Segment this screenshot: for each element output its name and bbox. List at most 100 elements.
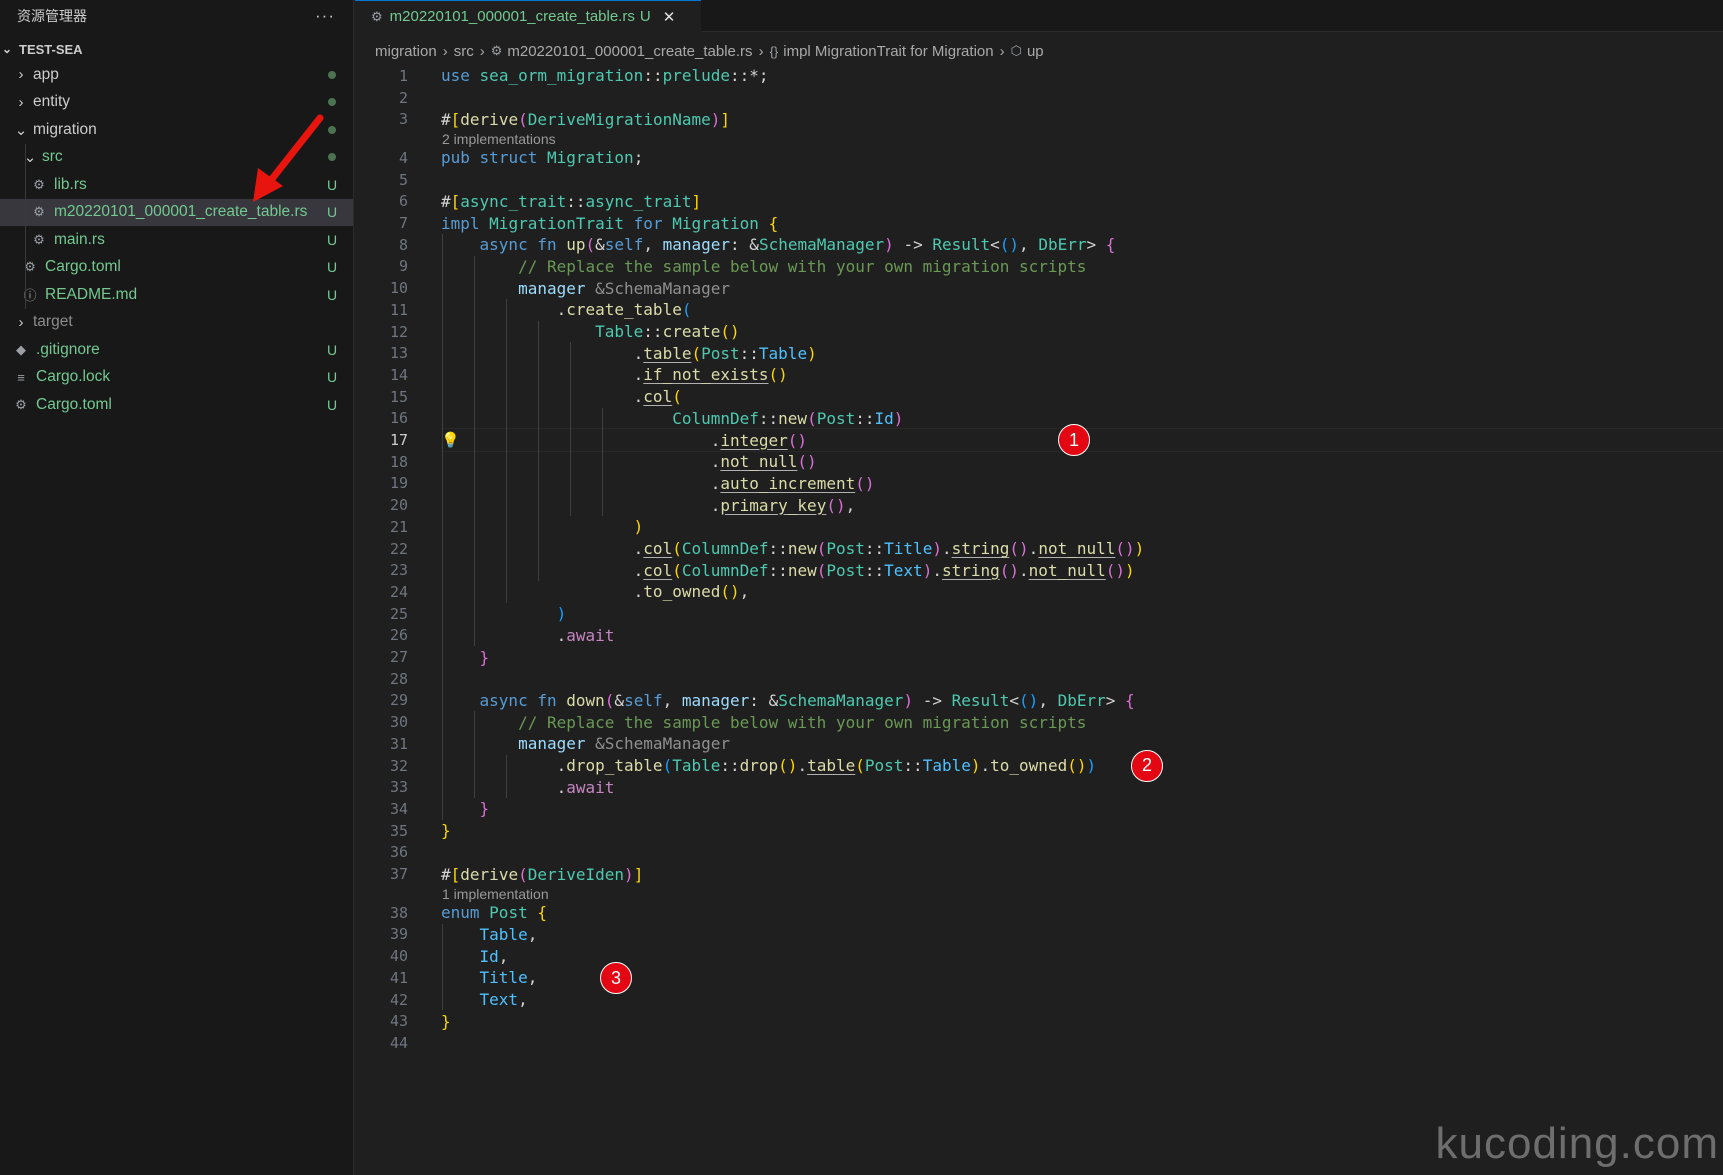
chevron-right-icon[interactable]: › <box>13 66 29 83</box>
code-token: < <box>1009 690 1020 710</box>
code-token: DbErr <box>1038 235 1087 255</box>
code-token: :: <box>643 322 663 342</box>
code-token: , <box>845 495 856 515</box>
code-token: col <box>643 387 673 407</box>
cube-icon: ⬡ <box>1010 43 1022 58</box>
code-text: Title, <box>441 968 538 987</box>
breadcrumb-item[interactable]: ⬡ up <box>1011 43 1044 60</box>
code-text: Table::create() <box>441 322 740 341</box>
breadcrumb-item[interactable]: {} impl MigrationTrait for Migration <box>770 43 994 60</box>
explorer-title: 资源管理器 <box>17 9 87 25</box>
tree-item-lib-rs[interactable]: ⚙ lib.rs U <box>0 171 353 199</box>
code-line: 32 .drop_table(Table::drop().table(Post:… <box>355 755 1723 777</box>
tab-create-table[interactable]: ⚙ m20220101_000001_create_table.rs U ✕ <box>355 0 701 32</box>
code-token: ( <box>518 109 528 129</box>
line-number: 32 <box>389 756 408 775</box>
tree-item-target[interactable]: › target <box>0 309 353 337</box>
code-line: 11 .create_table( <box>355 299 1723 321</box>
indent-guide <box>25 171 26 199</box>
indent-guide <box>25 226 26 254</box>
code-token: drop_table <box>566 756 663 776</box>
chevron-right-icon[interactable]: › <box>13 314 29 331</box>
more-actions-button[interactable]: ··· <box>315 6 335 26</box>
code-text: .primary_key(), <box>441 495 856 515</box>
tree-item-src[interactable]: ⌄ src <box>0 143 353 171</box>
code-token: () <box>1115 539 1135 559</box>
code-text: } <box>441 799 490 819</box>
git-status-badge: U <box>326 286 338 303</box>
code-token: ::*; <box>730 66 769 86</box>
tree-item-cargo-toml[interactable]: ⚙ Cargo.toml U <box>0 253 353 281</box>
tree-item-entity[interactable]: › entity <box>0 89 353 117</box>
code-token: new <box>787 560 817 580</box>
code-token: ( <box>672 539 682 559</box>
code-token: ) <box>556 604 567 624</box>
tree-item-app[interactable]: › app <box>0 61 353 89</box>
code-token: ( <box>816 539 827 559</box>
tree-item-main-rs[interactable]: ⚙ main.rs U <box>0 226 353 254</box>
code-token: ) <box>932 539 942 559</box>
code-token: MigrationTrait <box>489 213 625 233</box>
code-text: .col( <box>441 387 682 406</box>
annotation-badge-2: 2 <box>1131 749 1163 782</box>
code-token: async_trait <box>585 191 692 211</box>
line-number: 3 <box>398 110 408 129</box>
chevron-right-icon: › <box>999 42 1005 60</box>
code-token: . <box>1028 539 1039 559</box>
code-token: () <box>1009 539 1029 559</box>
breadcrumb-item[interactable]: src <box>454 43 474 60</box>
code-text: use sea_orm_migration::prelude::*; <box>441 66 769 85</box>
code-token: manager <box>681 690 750 710</box>
code-token: ) <box>1125 560 1135 580</box>
code-token: , <box>662 690 682 710</box>
code-token: } <box>479 799 490 819</box>
tree-item-migration[interactable]: ⌄ migration <box>0 116 353 144</box>
line-number: 20 <box>389 496 408 515</box>
code-token: ( <box>672 560 682 580</box>
tree-item-readme-md[interactable]: ⓘ README.md U <box>0 281 353 309</box>
breadcrumb-item[interactable]: ⚙ m20220101_000001_create_table.rs <box>491 43 753 60</box>
indent-guide <box>474 255 475 647</box>
indent-guide <box>25 253 26 281</box>
braces-icon: {} <box>769 43 779 59</box>
modified-dot <box>328 153 336 162</box>
code-token: , <box>643 235 663 255</box>
code-text: ) <box>441 604 567 624</box>
tree-item-gitignore[interactable]: ◆ .gitignore U <box>0 336 353 364</box>
line-number: 21 <box>389 517 408 536</box>
code-token: () <box>855 473 875 493</box>
line-number: 41 <box>389 968 408 987</box>
code-token: { <box>537 903 547 923</box>
line-number: 6 <box>398 192 408 211</box>
code-token: () <box>720 582 740 602</box>
code-token: if_not_exists <box>643 365 769 385</box>
chevron-right-icon[interactable]: › <box>13 94 29 111</box>
line-number: 11 <box>389 300 408 319</box>
code-token: { <box>1125 690 1135 710</box>
code-token: ) <box>710 109 721 129</box>
project-section-header[interactable]: ⌄ TEST-SEA <box>0 38 353 60</box>
close-icon[interactable]: ✕ <box>663 8 676 26</box>
tree-item-cargo-toml[interactable]: ⚙ Cargo.toml U <box>0 391 353 419</box>
indent-guide <box>25 198 26 226</box>
code-token: () <box>778 756 798 776</box>
breadcrumb-item[interactable]: migration <box>375 43 437 60</box>
code-token: () <box>1067 756 1087 776</box>
code-editor[interactable]: 1 use sea_orm_migration::prelude::*; 2 3 #[d… <box>355 63 1723 1175</box>
code-text: pub struct Migration; <box>441 148 643 167</box>
code-token: # <box>441 109 451 129</box>
chevron-down-icon[interactable]: ⌄ <box>13 121 29 139</box>
code-token: :: <box>566 191 586 211</box>
code-token: create_table <box>566 300 682 320</box>
code-token: :: <box>758 408 779 428</box>
code-token: sea_orm_migration <box>479 66 644 86</box>
code-token: ( <box>662 756 673 776</box>
modified-dot <box>328 125 336 134</box>
tree-item-cargo-lock[interactable]: ≡ Cargo.lock U <box>0 364 353 392</box>
line-number: 2 <box>398 88 408 107</box>
git-status-badge: U <box>326 396 338 413</box>
tree-item-m20220101-000001-create-table-rs[interactable]: ⚙ m20220101_000001_create_table.rs U <box>0 198 353 226</box>
code-token: . <box>941 539 952 559</box>
